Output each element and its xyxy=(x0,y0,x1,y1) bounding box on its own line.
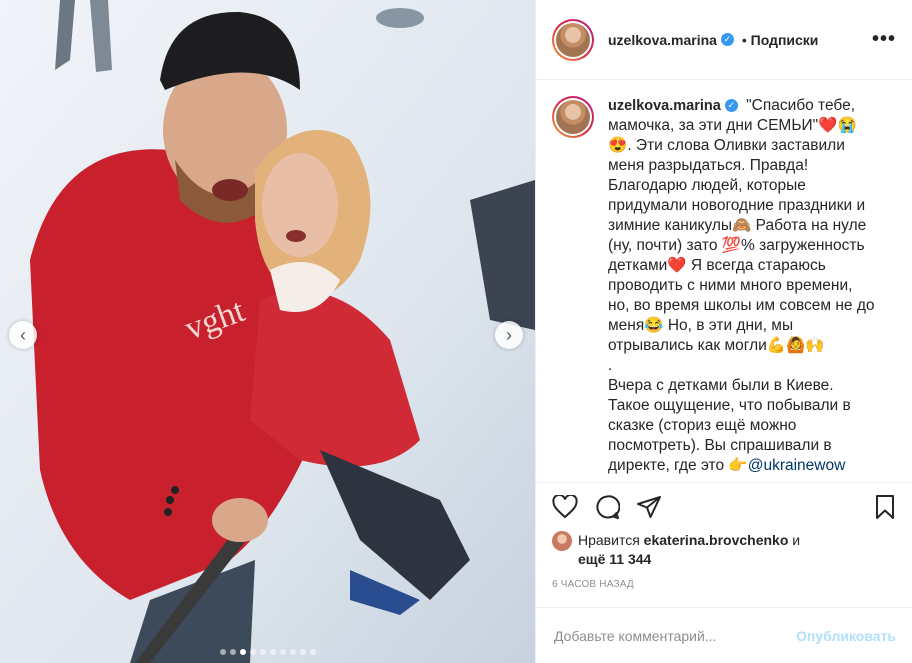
separator-dot: • xyxy=(737,31,751,48)
share-button[interactable] xyxy=(636,495,662,519)
avatar-image xyxy=(556,100,590,134)
liker-username-link[interactable]: ekaterina.brovchenko xyxy=(644,532,789,548)
carousel-dot xyxy=(269,649,276,655)
carousel-dot xyxy=(219,649,226,655)
carousel-dot xyxy=(229,649,236,655)
likes-prefix: Нравится xyxy=(578,532,644,548)
chevron-left-icon: ‹ xyxy=(20,325,26,345)
carousel-dot xyxy=(259,649,266,655)
paper-plane-icon xyxy=(637,496,661,518)
carousel-dot xyxy=(279,649,286,655)
chevron-right-icon: › xyxy=(506,325,512,345)
save-button[interactable] xyxy=(874,494,896,520)
verified-badge-icon: ✓ xyxy=(724,99,738,113)
liker-avatar[interactable] xyxy=(552,531,572,551)
photo-illustration: vght xyxy=(0,0,535,663)
instagram-post: vght ‹ › uzelkova.marina ✓ • Подписки ••… xyxy=(0,0,912,663)
caption-text: uzelkova.marina ✓ "Спасибо тебе, мамочка,… xyxy=(608,96,878,482)
following-button[interactable]: Подписки xyxy=(751,32,819,48)
previous-slide-button[interactable]: ‹ xyxy=(9,321,37,349)
action-bar xyxy=(536,483,912,531)
carousel-dot xyxy=(249,649,256,655)
post-photo[interactable]: vght ‹ › xyxy=(0,0,535,663)
post-timestamp[interactable]: 6 ЧАСОВ НАЗАД xyxy=(536,579,912,590)
comment-bubble-icon xyxy=(596,495,620,519)
like-button[interactable] xyxy=(552,495,578,519)
caption-text-part-3: Я всегда стараюсь проводить с ними много… xyxy=(608,257,875,474)
likes-summary: Нравится ekaterina.brovchenko и ещё 11 3… xyxy=(536,531,912,569)
bookmark-icon xyxy=(876,495,894,519)
likes-connector: и xyxy=(788,532,801,548)
verified-badge-icon: ✓ xyxy=(720,33,734,46)
carousel-dot xyxy=(239,649,246,655)
publish-button[interactable]: Опубликовать xyxy=(796,628,896,644)
comment-form: Опубликовать xyxy=(536,607,912,663)
post-sidebar: uzelkova.marina ✓ • Подписки ••• uzelkov… xyxy=(535,0,912,663)
caption-avatar[interactable] xyxy=(552,96,594,138)
caption-username-link[interactable]: uzelkova.marina xyxy=(608,98,721,114)
comment-input[interactable] xyxy=(552,626,797,645)
comment-button[interactable] xyxy=(594,494,620,520)
more-options-icon[interactable]: ••• xyxy=(872,28,896,51)
avatar-image xyxy=(556,22,590,57)
next-slide-button[interactable]: › xyxy=(495,321,523,349)
carousel-dot xyxy=(289,649,296,655)
caption-text-part-2: . Эти слова Оливки заставили меня разрыд… xyxy=(608,137,871,274)
post-header: uzelkova.marina ✓ • Подписки ••• xyxy=(536,0,912,80)
heart-outline-icon xyxy=(552,495,578,519)
post-caption: uzelkova.marina ✓ "Спасибо тебе, мамочка,… xyxy=(536,80,912,483)
carousel-dot xyxy=(309,649,316,655)
heart-emoji: ❤️ xyxy=(667,257,687,274)
likes-count-link[interactable]: ещё 11 344 xyxy=(578,551,651,567)
carousel-indicator xyxy=(0,649,535,655)
profile-avatar[interactable] xyxy=(552,18,594,61)
mention-link[interactable]: @ukrainewow xyxy=(748,457,846,474)
carousel-dot xyxy=(299,649,306,655)
username-link[interactable]: uzelkova.marina xyxy=(608,32,717,48)
